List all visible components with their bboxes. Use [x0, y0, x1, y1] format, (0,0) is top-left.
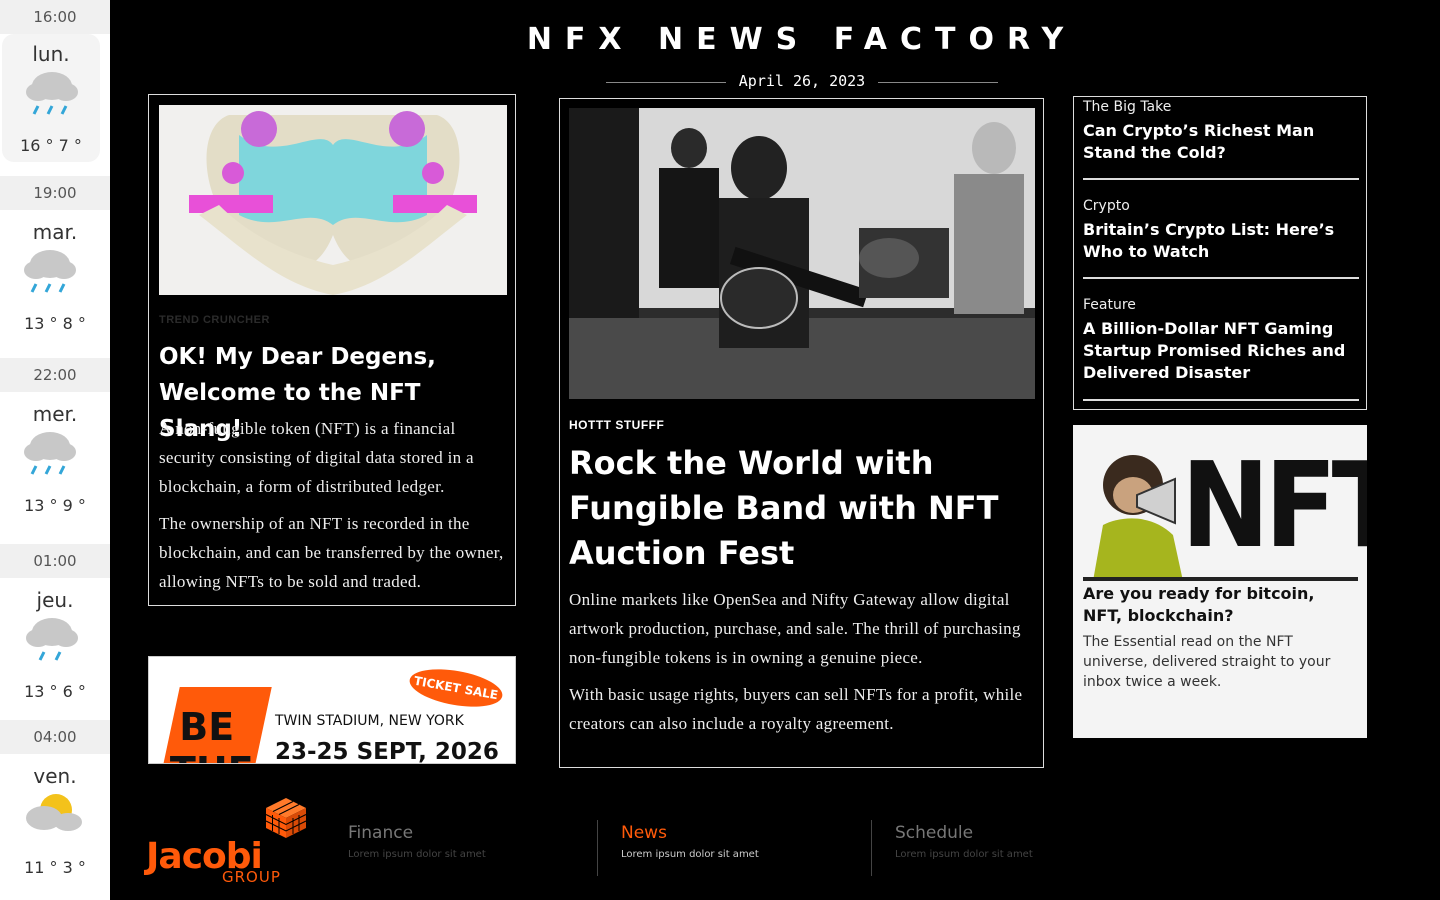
weather-temps: 11 ° 3 ° [24, 858, 86, 877]
article-paragraph: A non-fungible token (NFT) is a financia… [159, 419, 474, 496]
article-kicker: TREND CRUNCHER [159, 314, 270, 326]
cube-icon [265, 798, 307, 838]
logo-subtitle: GROUP [222, 868, 281, 886]
article-paragraph: The ownership of an NFT is recorded in t… [159, 514, 504, 591]
site-title[interactable]: NFX NEWS FACTORY [110, 22, 1440, 57]
list-item-category: Feature [1083, 297, 1136, 313]
footer-nav-subtext: Lorem ipsum dolor sit amet [348, 849, 486, 860]
footer-nav-subtext: Lorem ipsum dolor sit amet [621, 849, 759, 860]
ad-be-text: BE [179, 705, 235, 749]
weather-temps: 16 ° 7 ° [20, 136, 82, 155]
event-ad-banner[interactable]: BE THE TICKET SALE TWIN STADIUM, NEW YOR… [148, 656, 516, 764]
dateline: April 26, 2023 [606, 72, 998, 94]
rain-cloud-icon [0, 426, 110, 496]
nft-promo-art-text: NFT [1181, 436, 1367, 574]
list-item[interactable]: Feature A Billion-Dollar NFT Gaming Star… [1083, 295, 1359, 401]
weather-time: 04:00 [0, 720, 110, 754]
footer-nav-finance[interactable]: Finance Lorem ipsum dolor sit amet [348, 820, 578, 876]
weather-day-5[interactable]: 04:00 ven. 11 ° 3 ° [0, 720, 110, 900]
rain-cloud-icon [0, 612, 110, 682]
article-kicker: HOTTT STUFFF [569, 418, 665, 432]
dateline-rule-right [878, 82, 998, 83]
article-title[interactable]: Rock the World with Fungible Band with N… [569, 441, 1009, 576]
nft-promo-image: NFT [1083, 435, 1367, 581]
weather-temps: 13 ° 9 ° [24, 496, 86, 515]
footer-nav-news[interactable]: News Lorem ipsum dolor sit amet [597, 820, 847, 876]
list-item[interactable]: Crypto Britain’s Crypto List: Here’s Who… [1083, 196, 1359, 279]
jacobi-group-logo[interactable]: Jacobi GROUP [146, 796, 308, 888]
rain-cloud-icon [2, 66, 100, 136]
weather-temps: 13 ° 8 ° [24, 314, 86, 333]
partly-cloudy-icon [0, 788, 110, 858]
footer-nav-label[interactable]: News [621, 823, 847, 843]
ad-the-text: THE [170, 749, 254, 763]
list-item-headline[interactable]: Can Crypto’s Richest Man Stand the Cold? [1083, 120, 1359, 164]
article-paragraph: With basic usage rights, buyers can sell… [569, 685, 1023, 733]
weather-sidebar: 16:00 lun. 16 ° 7 ° 19:00 mar. 13 ° 8 ° … [0, 0, 110, 900]
band-photo [569, 108, 1035, 399]
rain-cloud-icon [0, 244, 110, 314]
article-paragraph: Online markets like OpenSea and Nifty Ga… [569, 590, 1021, 667]
weather-time: 01:00 [0, 544, 110, 578]
weather-time: 16:00 [0, 0, 110, 34]
ticket-sale-badge[interactable]: TICKET SALE [406, 663, 506, 713]
footer-nav-label[interactable]: Finance [348, 823, 578, 843]
footer-nav-schedule[interactable]: Schedule Lorem ipsum dolor sit amet [871, 820, 1121, 876]
page-date: April 26, 2023 [738, 72, 866, 90]
ad-dates: 23-25 SEPT, 2026 [275, 739, 499, 764]
list-item-category: Crypto [1083, 198, 1130, 214]
article-card-main[interactable]: HOTTT STUFFF Rock the World with Fungibl… [559, 98, 1044, 768]
footer-nav-label[interactable]: Schedule [895, 823, 1121, 843]
weather-day-label: mar. [32, 220, 78, 244]
nft-statue-image [159, 105, 507, 295]
weather-day-label: mer. [32, 402, 78, 426]
weather-day-label: ven. [33, 764, 77, 788]
dateline-rule-left [606, 82, 726, 83]
weather-day-label: lun. [32, 42, 70, 66]
weather-day-1[interactable]: 16:00 lun. 16 ° 7 ° [0, 0, 110, 170]
list-item-headline[interactable]: Britain’s Crypto List: Here’s Who to Wat… [1083, 219, 1359, 263]
newsletter-promo[interactable]: NFT Are you ready for bitcoin, NFT, bloc… [1073, 425, 1367, 738]
headline-list: The Big Take Can Crypto’s Richest Man St… [1073, 96, 1367, 410]
footer-nav-subtext: Lorem ipsum dolor sit amet [895, 849, 1033, 860]
promo-question[interactable]: Are you ready for bitcoin, NFT, blockcha… [1083, 583, 1359, 627]
weather-day-label: jeu. [36, 588, 74, 612]
weather-time: 22:00 [0, 358, 110, 392]
list-item-category: The Big Take [1083, 99, 1172, 115]
article-card-left[interactable]: TREND CRUNCHER OK! My Dear Degens, Welco… [148, 94, 516, 606]
ad-venue: TWIN STADIUM, NEW YORK [275, 713, 464, 729]
weather-temps: 13 ° 6 ° [24, 682, 86, 701]
weather-day-2[interactable]: 19:00 mar. 13 ° 8 ° [0, 176, 110, 352]
weather-time: 19:00 [0, 176, 110, 210]
ad-be-the-graphic: BE THE [154, 687, 272, 763]
list-item[interactable]: The Big Take Can Crypto’s Richest Man St… [1083, 97, 1359, 180]
weather-day-3[interactable]: 22:00 mer. 13 ° 9 ° [0, 358, 110, 534]
promo-description: The Essential read on the NFT universe, … [1083, 634, 1331, 690]
weather-day-4[interactable]: 01:00 jeu. 13 ° 6 ° [0, 544, 110, 714]
list-item-headline[interactable]: A Billion-Dollar NFT Gaming Startup Prom… [1083, 318, 1359, 384]
